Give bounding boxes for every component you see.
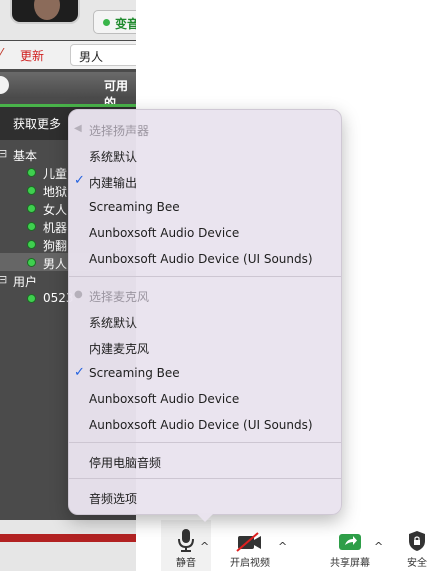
tree-row-label: 儿童: [43, 167, 68, 181]
tree-row-label: 狗翻: [43, 239, 68, 253]
checkmark-icon: ✓: [74, 365, 85, 380]
toggle-circle-icon[interactable]: [0, 76, 9, 94]
speaker-option-label: Aunboxsoft Audio Device: [89, 226, 240, 240]
microphone-option-label: Aunboxsoft Audio Device (UI Sounds): [89, 418, 313, 432]
microphone-option-label: 内建麦克风: [89, 342, 150, 356]
get-more-voices-label: 获取更多: [13, 117, 62, 131]
share-options-caret-icon[interactable]: ^: [374, 540, 383, 553]
microphone-option[interactable]: 系统默认: [69, 311, 341, 331]
microphone-icon: [177, 528, 195, 552]
tree-row-label: 基本: [13, 149, 38, 163]
stop-computer-audio-label: 停用电脑音频: [89, 456, 162, 470]
update-link[interactable]: 更新: [20, 47, 44, 64]
security-label: 安全: [407, 558, 427, 569]
available-voices-header: 可用的: [0, 72, 136, 110]
status-dot-icon: [28, 295, 35, 302]
voice-select[interactable]: 男人: [70, 44, 136, 66]
avatar-area: 变音: [0, 0, 136, 40]
speaker-icon: ◀: [74, 123, 82, 134]
status-dot-icon: [28, 205, 35, 212]
meeting-toolbar: 静音 ^ 开启视频 ^ 共享屏幕 ^ 安全: [136, 520, 432, 571]
speaker-option[interactable]: 系统默认: [69, 145, 341, 165]
voice-toolbar: ⁄ 更新 男人: [0, 41, 136, 69]
speaker-section-header: ◀ 选择扬声器: [69, 119, 341, 139]
security-button[interactable]: 安全: [402, 520, 432, 571]
tree-row-label: 女人: [43, 203, 68, 217]
microphone-option[interactable]: Aunboxsoft Audio Device: [69, 389, 341, 409]
status-dot-icon: [28, 187, 35, 194]
shield-icon: [408, 528, 426, 552]
voice-changer-tab[interactable]: 变音: [93, 10, 136, 34]
status-dot-icon: [28, 169, 35, 176]
video-off-icon: [236, 528, 264, 552]
level-meter: [0, 534, 136, 542]
collapse-icon[interactable]: ⊟: [0, 147, 7, 160]
menu-divider: [69, 478, 341, 479]
microphone-option-label: Screaming Bee: [89, 366, 180, 380]
speaker-option-label: 系统默认: [89, 150, 138, 164]
microphone-small-icon: ●: [74, 289, 83, 300]
left-app-bottom-strip: [0, 520, 136, 571]
mute-label: 静音: [176, 558, 196, 569]
speaker-option[interactable]: Aunboxsoft Audio Device (UI Sounds): [69, 249, 341, 269]
speaker-option-label: Screaming Bee: [89, 200, 180, 214]
tree-row-label: 机器: [43, 221, 68, 235]
menu-pointer: [196, 513, 214, 522]
speaker-option-label: Aunboxsoft Audio Device (UI Sounds): [89, 252, 313, 266]
audio-options-label: 音频选项: [89, 492, 138, 506]
audio-options-caret-icon[interactable]: ^: [200, 540, 209, 553]
menu-divider: [69, 442, 341, 443]
status-dot-icon: [103, 19, 110, 26]
start-video-button[interactable]: 开启视频: [224, 520, 276, 571]
avatar: [10, 0, 80, 24]
collapse-icon[interactable]: ⊟: [0, 273, 7, 286]
audio-menu: ◀ 选择扬声器 系统默认 ✓ 内建输出 Screaming Bee Aunboxsoft…: [68, 109, 342, 515]
microphone-option-label: Aunboxsoft Audio Device: [89, 392, 240, 406]
checkmark-icon: ✓: [74, 173, 85, 188]
speaker-option[interactable]: ✓ 内建输出: [69, 171, 341, 191]
status-dot-icon: [28, 259, 35, 266]
audio-options-item[interactable]: 音频选项: [69, 487, 341, 507]
microphone-option[interactable]: ✓ Screaming Bee: [69, 363, 341, 383]
tree-row-label: 男人: [43, 257, 68, 271]
share-screen-icon: [338, 528, 362, 552]
status-dot-icon: [28, 223, 35, 230]
speaker-section-label: 选择扬声器: [89, 124, 150, 138]
share-screen-button[interactable]: 共享屏幕: [324, 520, 376, 571]
microphone-option-label: 系统默认: [89, 316, 138, 330]
speaker-option[interactable]: Screaming Bee: [69, 197, 341, 217]
share-screen-label: 共享屏幕: [330, 558, 370, 569]
video-options-caret-icon[interactable]: ^: [278, 540, 287, 553]
start-video-label: 开启视频: [230, 558, 270, 569]
status-dot-icon: [28, 241, 35, 248]
menu-divider: [69, 276, 341, 277]
speaker-option[interactable]: Aunboxsoft Audio Device: [69, 223, 341, 243]
mic-section-label: 选择麦克风: [89, 290, 150, 304]
tree-row-label: 地狱: [43, 185, 68, 199]
mic-section-header: ● 选择麦克风: [69, 285, 341, 305]
close-icon[interactable]: ⁄: [0, 47, 2, 62]
voice-changer-tab-label: 变音: [115, 17, 136, 31]
microphone-option[interactable]: Aunboxsoft Audio Device (UI Sounds): [69, 415, 341, 435]
tree-row-label: 用户: [13, 275, 38, 289]
microphone-option[interactable]: 内建麦克风: [69, 337, 341, 357]
stop-computer-audio-item[interactable]: 停用电脑音频: [69, 451, 341, 471]
speaker-option-label: 内建输出: [89, 176, 138, 190]
